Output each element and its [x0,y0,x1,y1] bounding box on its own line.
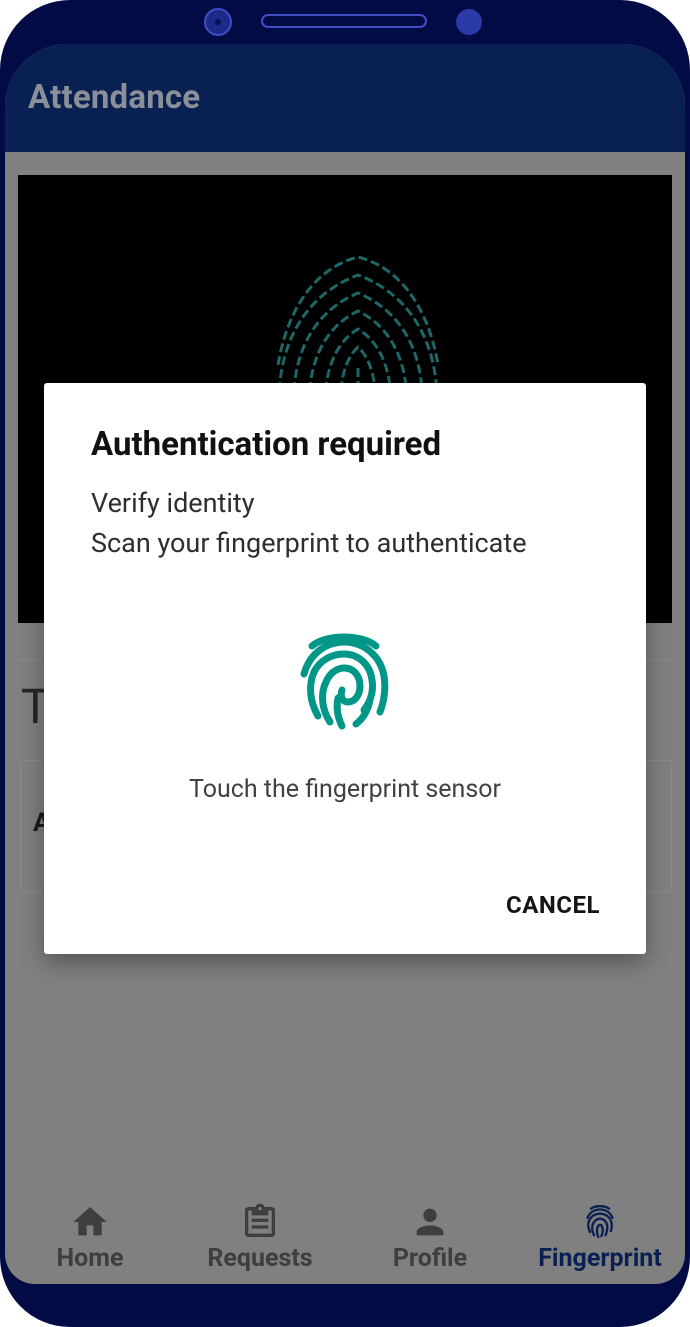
nav-item-profile[interactable]: Profile [345,1192,515,1284]
dialog-title: Authentication required [91,425,442,464]
nav-label: Fingerprint [538,1244,662,1273]
home-icon [73,1207,107,1236]
nav-item-home[interactable]: Home [5,1192,175,1284]
nav-label: Requests [207,1244,313,1273]
fingerprint-icon [300,633,389,730]
authentication-dialog: Authentication required Verify identity … [44,383,646,954]
front-camera [204,8,232,36]
dialog-description: Scan your fingerprint to authenticate [91,527,527,559]
app-title: Attendance [28,78,201,117]
clipboard-icon [245,1203,275,1237]
bottom-navigation: Home Requests Profile Fingerprint [5,1192,685,1284]
proximity-sensor [456,9,482,35]
earpiece-speaker [261,14,427,28]
cancel-button[interactable]: CANCEL [506,891,600,919]
nav-label: Home [56,1244,124,1273]
nav-item-requests[interactable]: Requests [175,1192,345,1284]
nav-label: Profile [392,1244,468,1273]
person-icon [416,1208,444,1236]
dialog-subtitle: Verify identity [91,487,255,519]
fingerprint-icon [586,1204,614,1239]
dialog-hint: Touch the fingerprint sensor [188,775,501,804]
nav-item-fingerprint[interactable]: Fingerprint [515,1192,685,1284]
app-bar: Attendance [5,44,685,152]
device-frame: Attendance T A Home Requests Profile Fin… [0,0,690,1327]
